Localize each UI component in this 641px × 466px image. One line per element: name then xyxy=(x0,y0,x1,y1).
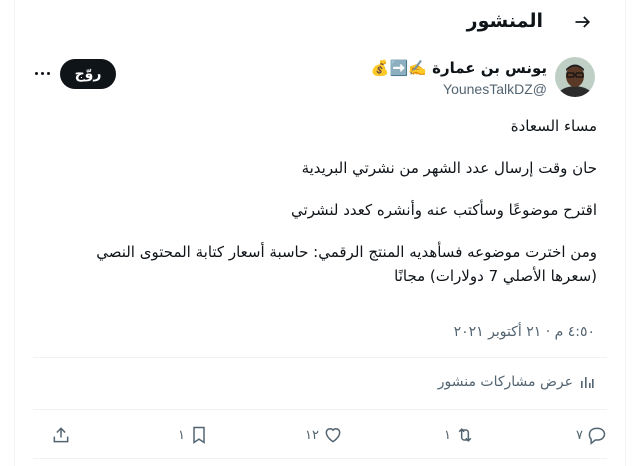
repost-count: ١ xyxy=(444,427,451,443)
arrow-right-icon xyxy=(575,16,591,28)
promote-button[interactable]: روّج xyxy=(60,59,116,89)
money-bag-emoji: 💰 xyxy=(370,59,390,77)
like-button[interactable]: ١٢ xyxy=(305,420,343,450)
author-handle[interactable]: @YounesTalkDZ xyxy=(371,79,547,99)
reply-icon xyxy=(588,427,606,445)
bookmark-button[interactable]: ١ xyxy=(178,420,209,450)
repost-button[interactable]: ١ xyxy=(444,420,475,450)
reply-count: ٧ xyxy=(576,427,583,443)
post-frame: المنشور يونس بن عمارة ✍️➡️💰 @YounesTalkD… xyxy=(14,0,626,466)
view-engagements-link[interactable]: عرض مشاركات منشور xyxy=(438,374,595,390)
author-name-row[interactable]: يونس بن عمارة ✍️➡️💰 xyxy=(371,58,547,78)
page-title: المنشور xyxy=(466,10,543,32)
more-options-button[interactable] xyxy=(29,60,55,86)
divider xyxy=(33,458,607,459)
more-dots-icon xyxy=(34,71,38,75)
arrow-right-emoji: ➡️ xyxy=(389,59,409,77)
like-count: ١٢ xyxy=(305,427,319,443)
avatar[interactable] xyxy=(555,57,595,97)
header: المنشور xyxy=(15,0,625,44)
divider xyxy=(33,409,607,410)
bookmark-icon xyxy=(193,426,205,444)
author-name: يونس بن عمارة xyxy=(432,59,547,77)
analytics-icon xyxy=(581,377,594,388)
writing-hand-emoji: ✍️ xyxy=(408,59,427,77)
post-line: ومن اخترت موضوعه فسأهديه المنتج الرقمي: … xyxy=(96,243,597,285)
back-button[interactable] xyxy=(569,8,597,36)
reply-button[interactable]: ٧ xyxy=(576,420,607,450)
action-bar: ٧ ١ ١٢ ١ xyxy=(33,420,607,450)
repost-icon xyxy=(458,428,472,442)
view-engagements-label: عرض مشاركات منشور xyxy=(437,374,573,390)
post-text: مساء السعادة حان وقت إرسال عدد الشهر من … xyxy=(57,114,597,288)
post-timestamp[interactable]: ٤:٥٠ م · ٢١ أكتوبر ٢٠٢١ xyxy=(454,322,595,342)
share-button[interactable] xyxy=(51,420,71,450)
share-icon xyxy=(53,427,69,443)
heart-icon xyxy=(325,428,341,443)
post-line: اقترح موضوعًا وسأكتب عنه وأنشره كعدد لنش… xyxy=(291,201,597,219)
post-line: مساء السعادة xyxy=(510,117,597,135)
post-line: حان وقت إرسال عدد الشهر من نشرتي البريدي… xyxy=(301,159,597,177)
author-block: يونس بن عمارة ✍️➡️💰 @YounesTalkDZ xyxy=(371,58,547,99)
divider xyxy=(33,357,607,358)
bookmark-count: ١ xyxy=(178,427,185,443)
